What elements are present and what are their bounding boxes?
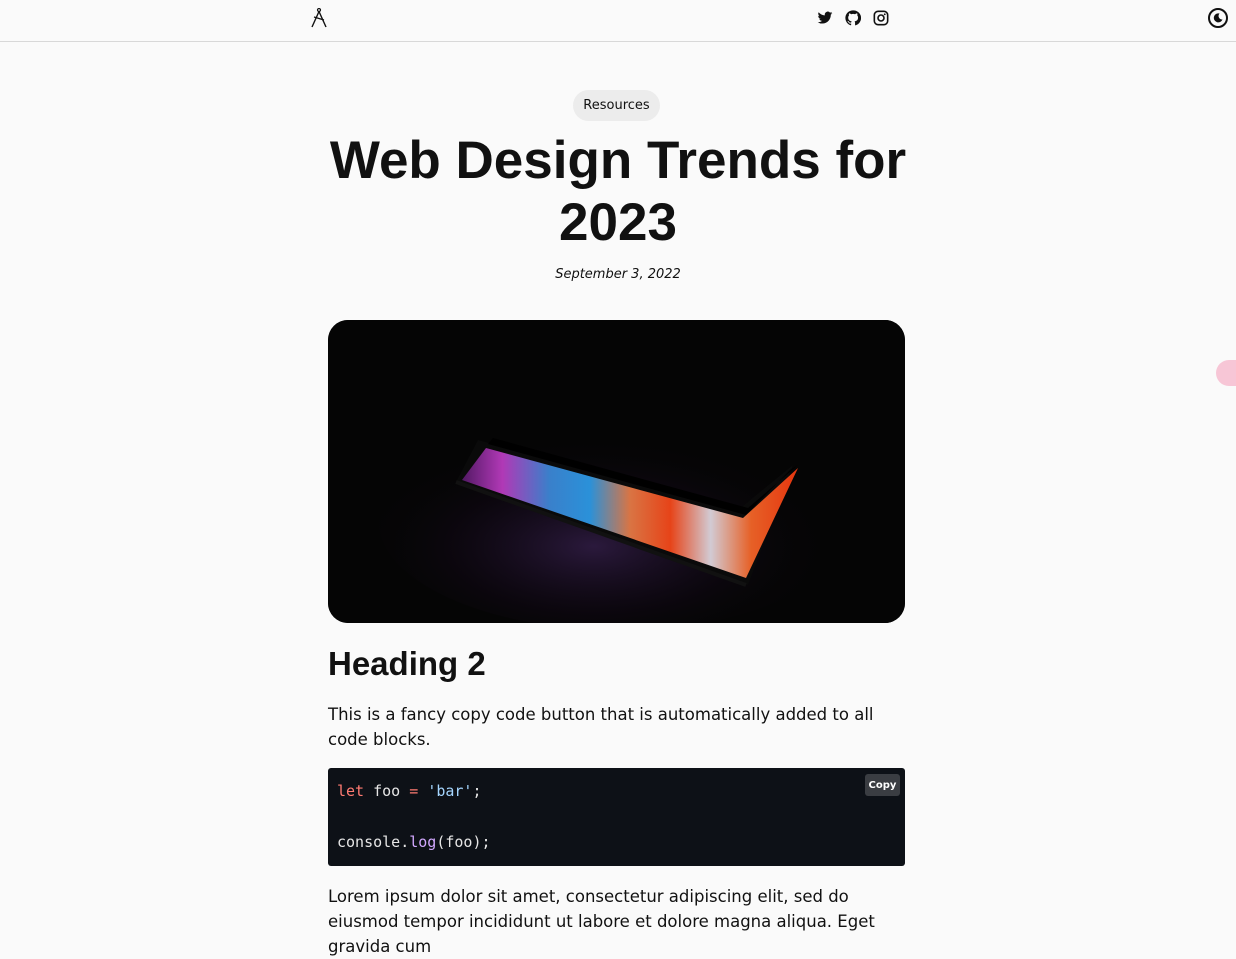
laptop-rainbow-glow-image bbox=[328, 320, 905, 623]
hero-image bbox=[328, 320, 905, 623]
twitter-icon[interactable] bbox=[817, 10, 833, 26]
instagram-icon[interactable] bbox=[873, 10, 889, 26]
section-heading: Heading 2 bbox=[328, 645, 486, 682]
intro-paragraph: This is a fancy copy code button that is… bbox=[328, 705, 874, 749]
code-line-1: let foo = 'bar'; bbox=[337, 782, 482, 800]
moon-icon bbox=[1213, 13, 1223, 23]
title-line-2: 2023 bbox=[559, 193, 677, 252]
compass-x-logo-icon[interactable] bbox=[310, 8, 328, 28]
translate-side-tab[interactable] bbox=[1216, 360, 1236, 386]
article-title: Web Design Trends for 2023 bbox=[318, 130, 918, 254]
theme-toggle-button[interactable] bbox=[1208, 8, 1228, 28]
copy-code-button[interactable]: Copy bbox=[865, 774, 900, 796]
category-tag[interactable]: Resources bbox=[573, 90, 660, 121]
publish-date: September 3, 2022 bbox=[555, 267, 681, 282]
code-block[interactable]: let foo = 'bar'; console.log(foo); bbox=[328, 768, 905, 866]
body-paragraph: Lorem ipsum dolor sit amet, consectetur … bbox=[328, 887, 875, 956]
title-line-1: Web Design Trends for bbox=[329, 131, 907, 190]
github-icon[interactable] bbox=[845, 10, 861, 26]
top-nav bbox=[0, 0, 1236, 42]
code-line-2: console.log(foo); bbox=[337, 833, 491, 851]
